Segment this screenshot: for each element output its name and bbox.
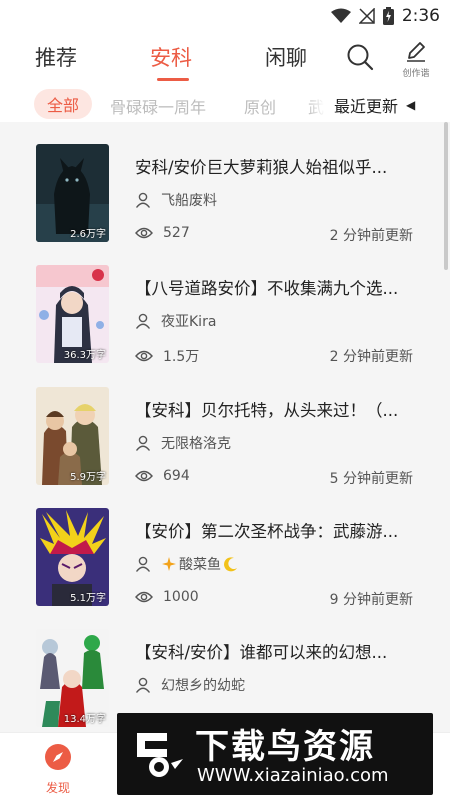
item-title: 【安科】贝尔托特，从头来过！（... [135,401,399,420]
tab-anke[interactable]: 安科 [150,42,192,72]
watermark-title: 下载鸟资源 [195,727,375,767]
eye-icon [135,591,153,603]
create-button[interactable]: 创作谐 [398,38,434,79]
list-item[interactable]: 2.6万字 安科/安价巨大萝莉狼人始祖似乎... 飞船废料 527 2 分钟前更… [0,122,450,244]
no-signal-icon [358,8,375,24]
author-name: 幻想乡的幼蛇 [161,678,245,694]
wifi-icon [330,8,351,24]
filter-chip-anniversary[interactable]: 骨碌碌一周年 [110,94,206,118]
updated-time: 9 分钟前更新 [329,592,413,608]
list-item[interactable]: 13.4万字 【安科/安价】谁都可以来的幻想... 幻想乡的幼蛇 [0,607,450,727]
user-icon [135,435,151,451]
updated-time: 2 分钟前更新 [329,228,413,244]
compass-icon [45,744,71,770]
list-item[interactable]: 36.3万字 【八号道路安价】不收集满九个选... 夜亚Kira 1.5万 2 … [0,243,450,366]
view-count: 694 [163,468,190,484]
watermark-url: WWW.xiazainiao.com [197,765,389,786]
item-views: 1.5万 [135,346,199,366]
filter-chip-all[interactable]: 全部 [34,89,92,119]
create-label: 创作谐 [402,69,430,79]
tab-chat[interactable]: 闲聊 [265,42,307,72]
sparkle-icon [162,557,176,571]
nav-discover[interactable]: 发现 [38,743,78,796]
filter-chip-original[interactable]: 原创 [244,94,276,118]
eye-icon [135,227,153,239]
eye-icon [135,350,153,362]
author-name: 无限格洛克 [161,436,231,452]
updated-time: 2 分钟前更新 [329,349,413,365]
search-icon [347,44,374,71]
moon-icon [224,557,237,572]
top-tabs: 推荐 安科 闲聊 创作谐 [0,32,450,88]
battery-charging-icon [382,7,394,25]
word-count: 5.1万字 [70,593,106,604]
bird-logo-icon [127,725,187,785]
updated-time: 5 分钟前更新 [329,471,413,487]
word-count: 36.3万字 [63,350,106,361]
user-icon [135,677,151,693]
book-cover: 5.1万字 [36,508,109,606]
item-title: 安科/安价巨大萝莉狼人始祖似乎... [135,158,388,177]
caret-left-icon: ◀ [406,98,416,112]
status-bar: 2:36 [0,0,450,32]
item-author: 酸菜鱼 [135,554,239,574]
item-title: 【安价】第二次圣杯战争：武藤游... [135,522,399,541]
book-cover: 5.9万字 [36,387,109,485]
item-title: 【八号道路安价】不收集满九个选... [135,279,399,298]
item-author: 飞船废料 [135,190,217,210]
book-cover: 13.4万字 [36,629,109,727]
word-count: 13.4万字 [63,714,106,725]
list-item[interactable]: 5.9万字 【安科】贝尔托特，从头来过！（... 无限格洛克 694 5 分钟前… [0,365,450,487]
author-name-text: 酸菜鱼 [179,557,221,573]
filter-chip-martial[interactable]: 武 [308,94,324,118]
author-name: 酸菜鱼 [161,554,239,574]
book-cover: 36.3万字 [36,265,109,363]
word-count: 2.6万字 [70,229,106,240]
filter-row: 全部 骨碌碌一周年 原创 武 最近更新 ◀ [0,88,450,122]
item-author: 夜亚Kira [135,311,216,331]
pencil-icon [407,42,425,62]
eye-icon [135,470,153,482]
user-icon [135,556,151,572]
item-views: 1000 [135,589,199,605]
author-name: 飞船废料 [161,193,217,209]
item-author: 幻想乡的幼蛇 [135,675,245,695]
item-views: 694 [135,468,190,484]
user-icon [135,313,151,329]
status-time: 2:36 [401,6,440,26]
user-icon [135,192,151,208]
story-list: 2.6万字 安科/安价巨大萝莉狼人始祖似乎... 飞船废料 527 2 分钟前更… [0,122,450,732]
book-cover: 2.6万字 [36,144,109,242]
nav-discover-label: 发现 [45,781,70,795]
author-name: 夜亚Kira [161,314,217,330]
item-title: 【安科/安价】谁都可以来的幻想... [135,643,388,662]
word-count: 5.9万字 [70,472,106,483]
tab-recommend[interactable]: 推荐 [35,42,77,72]
item-views: 527 [135,225,190,241]
view-count: 1000 [163,589,199,605]
list-item[interactable]: 5.1万字 【安价】第二次圣杯战争：武藤游... 酸菜鱼 1000 9 分钟前更… [0,486,450,608]
view-count: 527 [163,225,190,241]
watermark-banner: 下载鸟资源 WWW.xiazainiao.com [117,713,433,795]
search-button[interactable] [345,42,375,72]
sort-label: 最近更新 [334,97,399,116]
sort-dropdown[interactable]: 最近更新 ◀ [330,88,450,122]
active-tab-indicator [157,78,189,81]
item-author: 无限格洛克 [135,433,231,453]
view-count: 1.5万 [163,349,200,365]
